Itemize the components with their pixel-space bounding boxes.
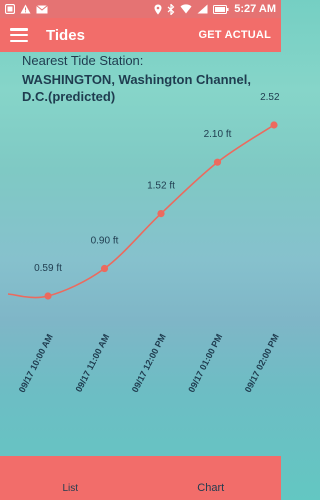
tide-line [7,124,275,299]
x-tick-label: 09/17 02:00 PM [243,332,281,394]
x-tick-label: 09/17 11:00 AM [73,332,111,393]
status-bar: 5:27 AM [0,0,281,18]
tide-point[interactable] [100,264,109,273]
alert-icon [20,4,31,14]
tide-value-label: 0.59 ft [34,263,62,274]
tab-chart[interactable]: Chart [141,456,282,500]
tide-value-label: 1.52 ft [147,181,175,192]
tide-point[interactable] [157,210,165,218]
station-name: WASHINGTON, Washington Channel, D.C.(pre… [22,72,251,104]
station-label: Nearest Tide Station: [22,53,144,68]
x-tick-label: 09/17 01:00 PM [186,332,224,394]
status-right: 5:27 AM [154,3,276,15]
status-left [5,4,48,14]
status-time: 5:27 AM [234,3,276,15]
tide-value-label: 0.90 ft [91,236,119,247]
tide-point[interactable] [270,121,278,129]
notification-icon [5,4,15,14]
location-icon [154,4,162,15]
app-bar: Tides GET ACTUAL [0,18,281,52]
tab-list[interactable]: List [0,456,141,500]
tide-value-label: 2.10 ft [204,129,232,140]
bottom-nav: List Chart [0,456,281,500]
menu-icon[interactable] [10,28,28,42]
app-title: Tides [46,26,85,44]
tide-point[interactable] [213,158,222,166]
tide-point[interactable] [44,292,52,300]
x-tick-label: 09/17 10:00 AM [17,332,55,394]
battery-icon [213,4,229,14]
get-actual-button[interactable]: GET ACTUAL [199,29,271,41]
mail-icon [36,4,48,14]
wifi-icon [180,4,192,14]
x-tick-label: 09/17 12:00 PM [130,332,168,394]
bluetooth-icon [167,3,175,15]
signal-icon [197,4,208,14]
